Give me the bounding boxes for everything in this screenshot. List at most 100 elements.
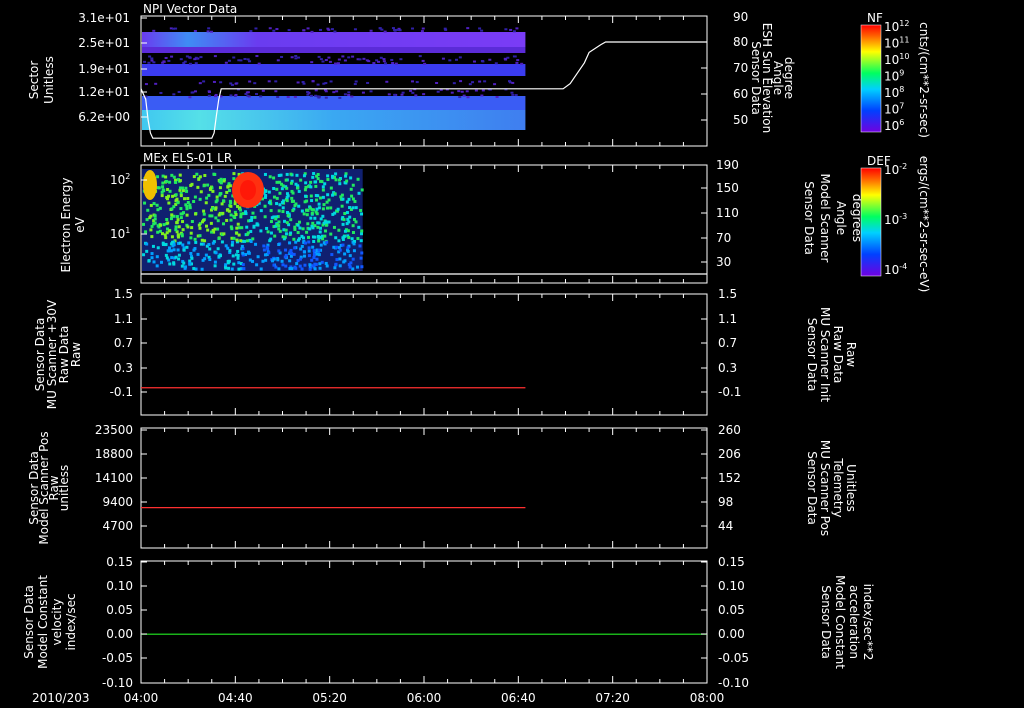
npi-speckle <box>510 91 514 94</box>
npi-speckle <box>450 91 454 94</box>
els-pixel <box>298 220 302 224</box>
els-pixel <box>314 180 318 184</box>
els-pixel <box>327 198 331 202</box>
npi-ylabel: Sector Unitless <box>27 56 56 104</box>
els-pixel <box>236 249 240 253</box>
els-pixel <box>314 194 318 198</box>
panel5-ylabel: Sensor Data Model Constant velocity index/s… <box>22 575 78 669</box>
els-pixel <box>316 172 320 176</box>
els-pixel <box>176 218 180 222</box>
els-pixel <box>329 186 333 190</box>
els-pixel <box>232 236 236 240</box>
npi-speckle <box>208 91 212 94</box>
panel5-ytick-2: 0.05 <box>106 603 133 617</box>
els-pixel <box>165 197 169 201</box>
npi-speckle <box>422 93 426 96</box>
els-pixel <box>169 249 173 253</box>
els-pixel <box>197 177 201 181</box>
els-pixel <box>153 221 157 225</box>
els-pixel <box>209 187 213 191</box>
els-pixel <box>160 194 164 198</box>
xtick-2: 05:20 <box>312 691 347 705</box>
npi-speckle <box>435 81 439 84</box>
els-pixel <box>303 263 307 267</box>
els-pixel <box>242 267 246 271</box>
npi-speckle <box>267 80 271 83</box>
xtick-6: 08:00 <box>690 691 725 705</box>
npi-speckle <box>162 60 166 63</box>
npi-speckle <box>276 95 280 98</box>
els-pixel <box>165 256 169 260</box>
npi-speckle <box>170 55 174 58</box>
npi-speckle <box>310 61 314 64</box>
panel4-y2tick-2: 152 <box>718 471 741 485</box>
panel5-ytick-0: 0.15 <box>106 555 133 569</box>
npi-speckle <box>390 58 394 61</box>
npi-speckle <box>495 95 499 98</box>
els-pixel <box>360 229 364 233</box>
npi-speckle <box>462 94 466 97</box>
panel3-y2label: Sensor Data MU Scanner Init Raw Data Raw <box>805 307 858 402</box>
els-pixel <box>315 198 319 202</box>
els-pixel <box>159 223 163 227</box>
npi-speckle <box>362 57 366 60</box>
els-pixel <box>175 215 179 219</box>
npi-speckle <box>294 55 298 58</box>
els-y2tick-2: 110 <box>716 206 739 220</box>
nf-colorbar <box>860 24 882 133</box>
npi-speckle <box>213 55 217 58</box>
els-pixel <box>245 232 249 236</box>
els-pixel <box>323 182 327 186</box>
npi-speckle <box>520 62 524 65</box>
els-pixel <box>356 237 360 241</box>
panel-y2label-line: MU Scanner Pos <box>818 440 832 536</box>
els-pixel <box>298 257 302 261</box>
els-pixel <box>338 248 342 252</box>
els-pixel <box>316 221 320 225</box>
els-pixel <box>221 222 225 226</box>
npi-y2label-line: degree <box>782 57 796 99</box>
els-pixel <box>200 267 204 271</box>
els-pixel <box>349 261 353 265</box>
npi-speckle <box>213 95 217 98</box>
els-pixel <box>225 208 229 212</box>
els-pixel <box>280 259 284 263</box>
npi-speckle <box>333 30 337 33</box>
els-pixel <box>337 228 341 232</box>
els-pixel <box>177 253 181 257</box>
els-pixel <box>313 216 317 220</box>
npi-speckle <box>309 94 313 97</box>
els-pixel <box>345 211 349 215</box>
els-pixel <box>345 179 349 183</box>
els-y2tick-3: 70 <box>716 231 731 245</box>
els-pixel <box>298 264 302 268</box>
npi-speckle <box>296 81 300 84</box>
els-pixel <box>182 261 186 265</box>
els-pixel <box>352 242 356 246</box>
els-pixel <box>183 265 187 269</box>
els-pixel <box>304 185 308 189</box>
npi-speckle <box>420 30 424 33</box>
npi-speckle <box>144 83 148 86</box>
npi-speckle <box>287 29 291 32</box>
npi-speckle <box>334 62 338 65</box>
els-pixel <box>341 197 345 201</box>
npi-speckle <box>481 89 485 92</box>
npi-speckle <box>290 56 294 59</box>
panel-ylabel-line: velocity <box>50 599 64 646</box>
npi-speckle <box>391 27 395 30</box>
els-pixel <box>152 260 156 264</box>
els-pixel <box>184 186 188 190</box>
npi-speckle <box>369 90 373 93</box>
els-pixel <box>277 267 281 271</box>
els-pixel <box>289 231 293 235</box>
els-pixel <box>205 224 209 228</box>
def-colorbar-tick-1: 10-3 <box>884 212 907 227</box>
npi-speckle <box>212 80 216 83</box>
panel3-y2tick-1: 1.1 <box>718 312 737 326</box>
els-pixel <box>335 258 339 262</box>
npi-speckle <box>468 83 472 86</box>
els-pixel <box>213 260 217 264</box>
els-pixel <box>229 225 233 229</box>
els-pixel <box>303 200 307 204</box>
